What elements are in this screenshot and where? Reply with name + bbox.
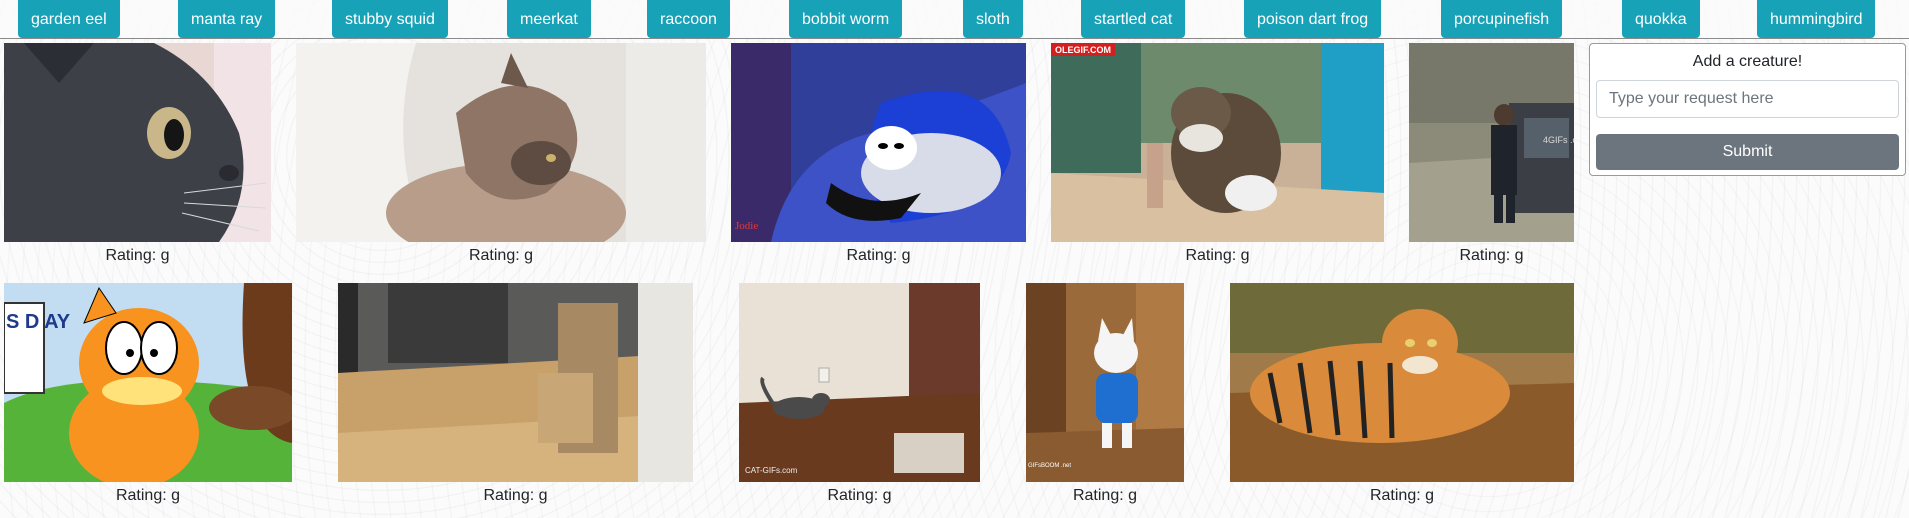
gif-image-tiger[interactable] xyxy=(1230,283,1574,482)
gif-rating: Rating: g xyxy=(468,247,534,264)
gif-image-cartoon-cat[interactable]: Jodie xyxy=(731,43,1026,242)
gif-image-hallway-box[interactable] xyxy=(338,283,693,482)
creature-button-raccoon[interactable]: raccoon xyxy=(647,0,730,38)
gif-card: Jodie Rating: g xyxy=(731,43,1026,265)
submit-button[interactable]: Submit xyxy=(1596,134,1899,170)
form-title: Add a creature! xyxy=(1692,53,1803,70)
gif-rating: Rating: g xyxy=(827,487,892,504)
gif-image-cuddling-cats[interactable] xyxy=(296,43,706,242)
gif-card: S D AY Rating: g xyxy=(4,283,292,505)
gif-card: Rating: g xyxy=(4,43,271,265)
gif-badge: OLEGIF.COM xyxy=(1055,45,1111,55)
gif-card: OLEGIF.COM Rating: g xyxy=(1051,43,1384,265)
gif-rating: Rating: g xyxy=(1369,487,1435,504)
gif-watermark: CAT-GIFs.com xyxy=(745,466,798,475)
gif-card: 4GIFs .com Rating: g xyxy=(1409,43,1574,265)
gif-card: Rating: g xyxy=(296,43,706,265)
gif-sign-text: S D AY xyxy=(6,311,71,333)
gif-image-cat-and-can[interactable]: OLEGIF.COM xyxy=(1051,43,1384,242)
creature-button-quokka[interactable]: quokka xyxy=(1622,0,1700,38)
gif-rating: Rating: g xyxy=(1072,487,1138,504)
gif-card: CAT-GIFs.com Rating: g xyxy=(739,283,980,505)
gif-rating: Rating: g xyxy=(105,247,170,264)
gif-watermark: Jodie xyxy=(735,220,758,232)
gif-rating: Rating: g xyxy=(115,487,181,504)
gif-rating: Rating: g xyxy=(846,247,911,264)
gif-card: GIFsBOOM .net Rating: g xyxy=(1026,283,1184,505)
creature-button-porcupinefish[interactable]: porcupinefish xyxy=(1441,0,1563,38)
creature-button-bar: garden eel manta ray stubby squid meerka… xyxy=(0,0,1909,39)
creature-request-input[interactable] xyxy=(1596,80,1899,118)
gif-image-cat-in-sweater[interactable]: GIFsBOOM .net xyxy=(1026,283,1184,482)
creature-button-sloth[interactable]: sloth xyxy=(963,0,1023,38)
gif-card: Rating: g xyxy=(338,283,693,505)
creature-button-bobbit-worm[interactable]: bobbit worm xyxy=(789,0,903,38)
gif-image-police-officer[interactable]: 4GIFs .com xyxy=(1409,43,1574,242)
gif-image-garfield[interactable]: S D AY xyxy=(4,283,292,482)
creature-button-garden-eel[interactable]: garden eel xyxy=(18,0,120,38)
gif-rating: Rating: g xyxy=(1185,247,1250,264)
gif-watermark: 4GIFs .com xyxy=(1543,135,1574,145)
gif-image-gray-cat[interactable] xyxy=(4,43,271,242)
creature-button-startled-cat[interactable]: startled cat xyxy=(1081,0,1186,38)
gif-image-walking-cat[interactable]: CAT-GIFs.com xyxy=(739,283,980,482)
creature-button-poison-dart-frog[interactable]: poison dart frog xyxy=(1244,0,1382,38)
creature-button-meerkat[interactable]: meerkat xyxy=(507,0,591,38)
creature-button-manta-ray[interactable]: manta ray xyxy=(178,0,276,38)
gif-watermark: GIFsBOOM .net xyxy=(1028,463,1071,469)
gif-rating: Rating: g xyxy=(483,487,548,504)
creature-button-stubby-squid[interactable]: stubby squid xyxy=(332,0,448,38)
gif-rating: Rating: g xyxy=(1459,247,1524,264)
add-creature-form: Add a creature! Submit xyxy=(1589,43,1906,176)
creature-button-hummingbird[interactable]: hummingbird xyxy=(1757,0,1876,38)
gif-card: Rating: g xyxy=(1230,283,1574,505)
